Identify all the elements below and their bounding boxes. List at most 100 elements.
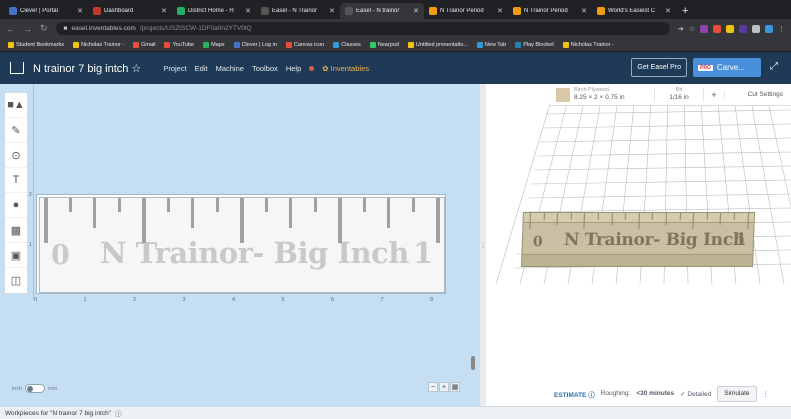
design-canvas[interactable]: ■▲ ✎ ⊙ T ● ▩ ▣ ◫ 2 1 0 N Trainor- Big In… bbox=[0, 84, 480, 406]
new-tab-button[interactable]: + bbox=[682, 3, 688, 19]
scrollbar-thumb[interactable] bbox=[471, 356, 475, 370]
text-icon[interactable]: T bbox=[5, 168, 27, 193]
material-workpiece[interactable]: 0 N Trainor- Big Inch 1 bbox=[36, 194, 446, 294]
workpieces-footer[interactable]: Workpieces for "N trainor 7 big intch" ⓘ bbox=[0, 406, 791, 419]
ruler-tick bbox=[166, 198, 170, 212]
extension-c-icon[interactable] bbox=[739, 24, 747, 33]
bookmark-icon bbox=[562, 41, 569, 48]
bookmark-item[interactable]: Canvas icon bbox=[285, 41, 324, 48]
profile-avatar[interactable] bbox=[765, 24, 773, 33]
reload-icon[interactable]: ↻ bbox=[40, 23, 48, 34]
material-swatch[interactable] bbox=[556, 87, 570, 102]
menu-project[interactable]: Project bbox=[163, 64, 186, 73]
point-icon[interactable]: ⊙ bbox=[5, 143, 27, 168]
estimate-more-icon[interactable]: ⋮ bbox=[763, 390, 770, 398]
browser-tab[interactable]: District Home - H ✕ bbox=[172, 3, 256, 19]
browser-tab[interactable]: Clever | Portal ✕ bbox=[4, 3, 88, 19]
menu-help[interactable]: Help bbox=[286, 64, 301, 73]
carve-button[interactable]: PRO Carve... bbox=[693, 58, 761, 77]
design-text[interactable]: N Trainor- Big Inch bbox=[100, 236, 409, 270]
bookmark-item[interactable]: Play Blooket bbox=[515, 41, 554, 48]
estimate-label[interactable]: ESTIMATE ⓘ bbox=[554, 389, 595, 399]
x-tick-label: 0 bbox=[34, 297, 38, 303]
menu-toolbox[interactable]: Toolbox bbox=[252, 64, 278, 73]
tab-close-icon[interactable]: ✕ bbox=[77, 7, 83, 15]
help-icon[interactable]: ⓘ bbox=[115, 408, 122, 418]
zoom-out-button[interactable]: − bbox=[428, 382, 438, 392]
star-icon[interactable]: ☆ bbox=[689, 25, 695, 33]
shapes-icon[interactable]: ■▲ bbox=[5, 93, 27, 118]
zoom-controls: − + ▦ bbox=[428, 382, 460, 392]
ruler-tick bbox=[338, 198, 342, 243]
ruler-design[interactable]: 0 N Trainor- Big Inch 1 bbox=[39, 197, 445, 293]
bookmark-item[interactable]: Nearpod bbox=[369, 41, 399, 48]
browser-tab[interactable]: N Trainor Period ✕ bbox=[508, 3, 592, 19]
canvas-scrollbar[interactable] bbox=[470, 84, 476, 374]
x-tick-label: 2 bbox=[133, 297, 137, 303]
zoom-in-button[interactable]: + bbox=[439, 382, 449, 392]
bit-selector[interactable]: Bit 1/16 in bbox=[654, 87, 704, 102]
preview-right-number: 1 bbox=[734, 230, 748, 250]
menu-machine[interactable]: Machine bbox=[216, 64, 244, 73]
tab-close-icon[interactable]: ✕ bbox=[413, 7, 419, 15]
bookmark-item[interactable]: Untitled presentatio... bbox=[407, 41, 468, 48]
bookmark-item[interactable]: New Tab bbox=[476, 41, 506, 48]
browser-tab[interactable]: N Trainor Period ✕ bbox=[424, 3, 508, 19]
bookmark-label: Clever | Log in bbox=[241, 41, 277, 48]
get-easel-pro-button[interactable]: Get Easel Pro bbox=[631, 58, 687, 77]
bookmark-item[interactable]: Maps bbox=[203, 41, 225, 48]
bookmark-item[interactable]: Student Bookmarks bbox=[8, 41, 64, 48]
share-icon[interactable]: ➜ bbox=[678, 25, 684, 33]
menu-edit[interactable]: Edit bbox=[195, 64, 208, 73]
inventables-link[interactable]: ✿ Inventables bbox=[322, 64, 369, 73]
zoom-fit-button[interactable]: ▦ bbox=[450, 382, 460, 392]
units-switch[interactable] bbox=[25, 384, 46, 393]
estimate-text: ESTIMATE bbox=[554, 391, 587, 399]
browser-tab[interactable]: World's Easiest C ✕ bbox=[592, 3, 676, 19]
url-input[interactable]: ■ easel.inventables.com/projects/USZtSCW… bbox=[55, 22, 670, 35]
tab-close-icon[interactable]: ✕ bbox=[497, 7, 503, 15]
extensions-puzzle-icon[interactable] bbox=[752, 24, 760, 33]
bookmark-icon bbox=[203, 41, 210, 48]
preview-panel[interactable]: Birch Plywood 8.25 × 2 × 0.75 in Bit 1/1… bbox=[486, 84, 791, 406]
material-info[interactable]: Birch Plywood 8.25 × 2 × 0.75 in bbox=[574, 87, 654, 101]
bookmark-icon bbox=[8, 41, 14, 48]
grid-line bbox=[530, 179, 791, 185]
apple-icon[interactable]: ● bbox=[5, 193, 27, 218]
bookmark-item[interactable]: Gmail bbox=[133, 41, 155, 48]
bookmark-item[interactable]: YouTube bbox=[164, 41, 194, 48]
simulate-button[interactable]: Simulate bbox=[717, 385, 757, 402]
tab-close-icon[interactable]: ✕ bbox=[581, 7, 587, 15]
tab-close-icon[interactable]: ✕ bbox=[161, 7, 167, 15]
extension-yellow-icon[interactable] bbox=[726, 24, 734, 33]
more-icon[interactable]: ⋮ bbox=[778, 25, 785, 33]
detailed-option[interactable]: ✓ Detailed bbox=[680, 390, 711, 398]
tab-favicon bbox=[345, 7, 353, 15]
cut-settings-button[interactable]: Cut Settings bbox=[724, 91, 791, 98]
fullscreen-icon[interactable]: ⤢ bbox=[767, 61, 781, 75]
bookmark-item[interactable]: Classes bbox=[333, 41, 361, 48]
pen-icon[interactable]: ✎ bbox=[5, 118, 27, 143]
box-icon[interactable]: ◫ bbox=[5, 268, 27, 293]
tab-close-icon[interactable]: ✕ bbox=[329, 7, 335, 15]
tab-favicon bbox=[429, 7, 437, 15]
address-bar-row: ← → ↻ ■ easel.inventables.com/projects/U… bbox=[0, 19, 791, 38]
extension-k-icon[interactable] bbox=[700, 24, 708, 33]
bookmark-item[interactable]: Nicholas Trainor - bbox=[73, 41, 124, 48]
back-icon[interactable]: ← bbox=[6, 24, 15, 34]
bookmark-item[interactable]: Nicholas Trainor - bbox=[562, 41, 614, 48]
project-title[interactable]: N trainor 7 big intch ☆ bbox=[33, 62, 141, 75]
projects-icon[interactable] bbox=[10, 62, 24, 74]
import-icon[interactable]: ▩ bbox=[5, 218, 27, 243]
browser-tab[interactable]: Dashboard ✕ bbox=[88, 3, 172, 19]
extension-red-icon[interactable] bbox=[713, 24, 721, 33]
units-toggle[interactable]: inch mm bbox=[12, 384, 57, 393]
forward-icon[interactable]: → bbox=[23, 24, 32, 34]
apps-icon[interactable]: ▣ bbox=[5, 243, 27, 268]
tab-close-icon[interactable]: ✕ bbox=[245, 7, 251, 15]
add-bit-button[interactable]: + bbox=[704, 90, 724, 100]
tab-close-icon[interactable]: ✕ bbox=[665, 7, 671, 15]
browser-tab[interactable]: Easel - N Trainor ✕ bbox=[256, 3, 340, 19]
bookmark-item[interactable]: Clever | Log in bbox=[233, 41, 277, 48]
browser-tab[interactable]: Easel - N trainor ✕ bbox=[340, 3, 424, 19]
